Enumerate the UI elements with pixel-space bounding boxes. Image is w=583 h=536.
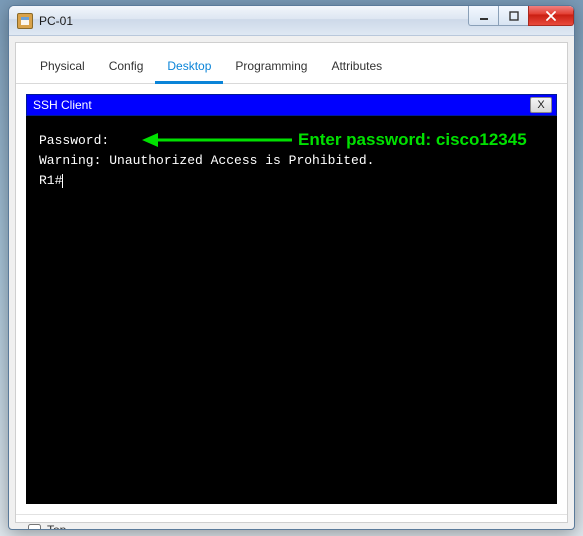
top-label: Top	[47, 523, 66, 530]
terminal-line: Warning: Unauthorized Access is Prohibit…	[39, 151, 544, 171]
minimize-button[interactable]	[468, 6, 498, 26]
footer: Top	[16, 514, 567, 530]
maximize-button[interactable]	[498, 6, 528, 26]
titlebar[interactable]: PC-01	[9, 6, 574, 36]
window-controls	[468, 6, 574, 35]
close-button[interactable]	[528, 6, 574, 26]
tab-attributes[interactable]: Attributes	[319, 53, 394, 83]
terminal[interactable]: Password: Warning: Unauthorized Access i…	[26, 116, 557, 504]
cursor-icon	[62, 174, 63, 188]
tab-config[interactable]: Config	[97, 53, 156, 83]
annotation: Enter password: cisco12345	[142, 127, 527, 153]
top-checkbox[interactable]	[28, 524, 41, 531]
app-window: PC-01 Physical Config Desktop Programmin…	[8, 5, 575, 530]
arrow-left-icon	[142, 131, 292, 149]
window-title: PC-01	[39, 14, 468, 28]
app-icon	[17, 13, 33, 29]
terminal-prompt: R1#	[39, 171, 544, 191]
content-area: SSH Client X Password: Warning: Unauthor…	[16, 84, 567, 514]
ssh-close-button[interactable]: X	[530, 97, 552, 113]
ssh-title: SSH Client	[33, 98, 92, 112]
tab-programming[interactable]: Programming	[223, 53, 319, 83]
annotation-text: Enter password: cisco12345	[298, 127, 527, 153]
tab-physical[interactable]: Physical	[28, 53, 97, 83]
ssh-titlebar: SSH Client X	[26, 94, 557, 116]
client-area: Physical Config Desktop Programming Attr…	[15, 42, 568, 523]
tab-bar: Physical Config Desktop Programming Attr…	[16, 43, 567, 84]
tab-desktop[interactable]: Desktop	[155, 53, 223, 84]
